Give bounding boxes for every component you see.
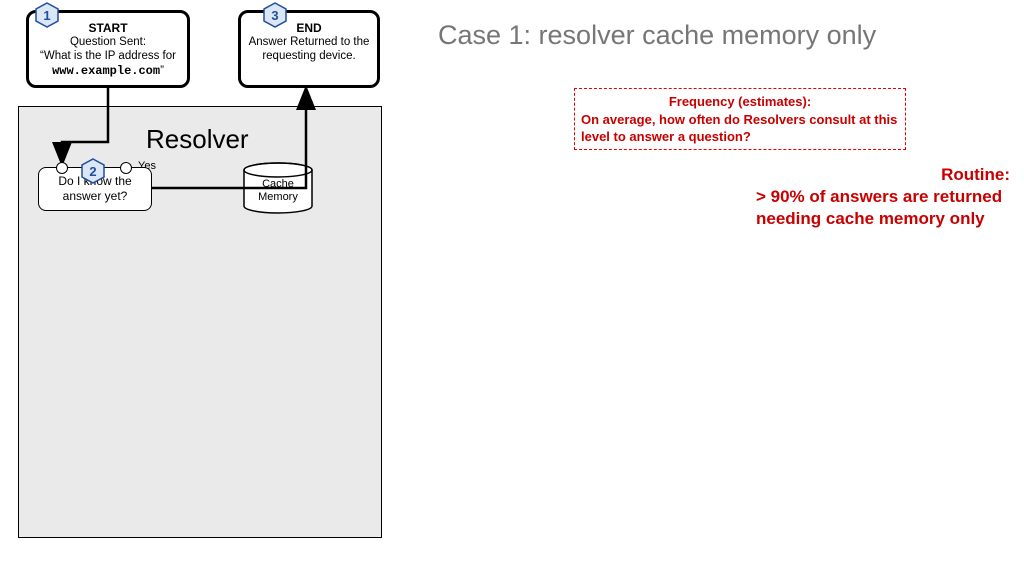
cache-text: Cache Memory [242,162,314,214]
connector-dot-right [120,162,132,174]
routine-text: Routine: > 90% of answers are returned n… [756,164,1016,230]
end-line1: Answer Returned to the [247,35,371,49]
connector-dot-left [56,162,68,174]
routine-title: Routine: [756,164,1010,186]
routine-line2: needing cache memory only [756,209,985,228]
frequency-box: Frequency (estimates): On average, how o… [574,88,906,150]
badge-1: 1 [34,2,60,28]
cache-memory: Cache Memory [242,162,314,214]
resolver-label: Resolver [146,124,249,155]
start-quote-close: ” [160,65,164,77]
routine-line1: > 90% of answers are returned [756,187,1002,206]
case-title: Case 1: resolver cache memory only [438,20,876,51]
badge-2: 2 [80,158,106,184]
badge-2-number: 2 [80,158,106,184]
badge-1-number: 1 [34,2,60,28]
badge-3-number: 3 [262,2,288,28]
start-quote-open: “What is the IP address for [40,50,176,62]
start-line2: “What is the IP address for [35,49,181,63]
frequency-title: Frequency (estimates): [581,93,899,111]
frequency-body: On average, how often do Resolvers consu… [581,111,899,146]
end-line2: requesting device. [247,49,371,63]
cache-line2: Memory [258,191,298,203]
start-domain: www.example.com [52,64,160,78]
badge-3: 3 [262,2,288,28]
cache-line1: Cache [262,178,294,190]
start-domain-line: www.example.com” [35,64,181,79]
start-line1: Question Sent: [35,35,181,49]
decision-line2: answer yet? [39,189,151,204]
end-node: END Answer Returned to the requesting de… [238,10,380,88]
diagram-stage: START Question Sent: “What is the IP add… [0,0,1024,573]
